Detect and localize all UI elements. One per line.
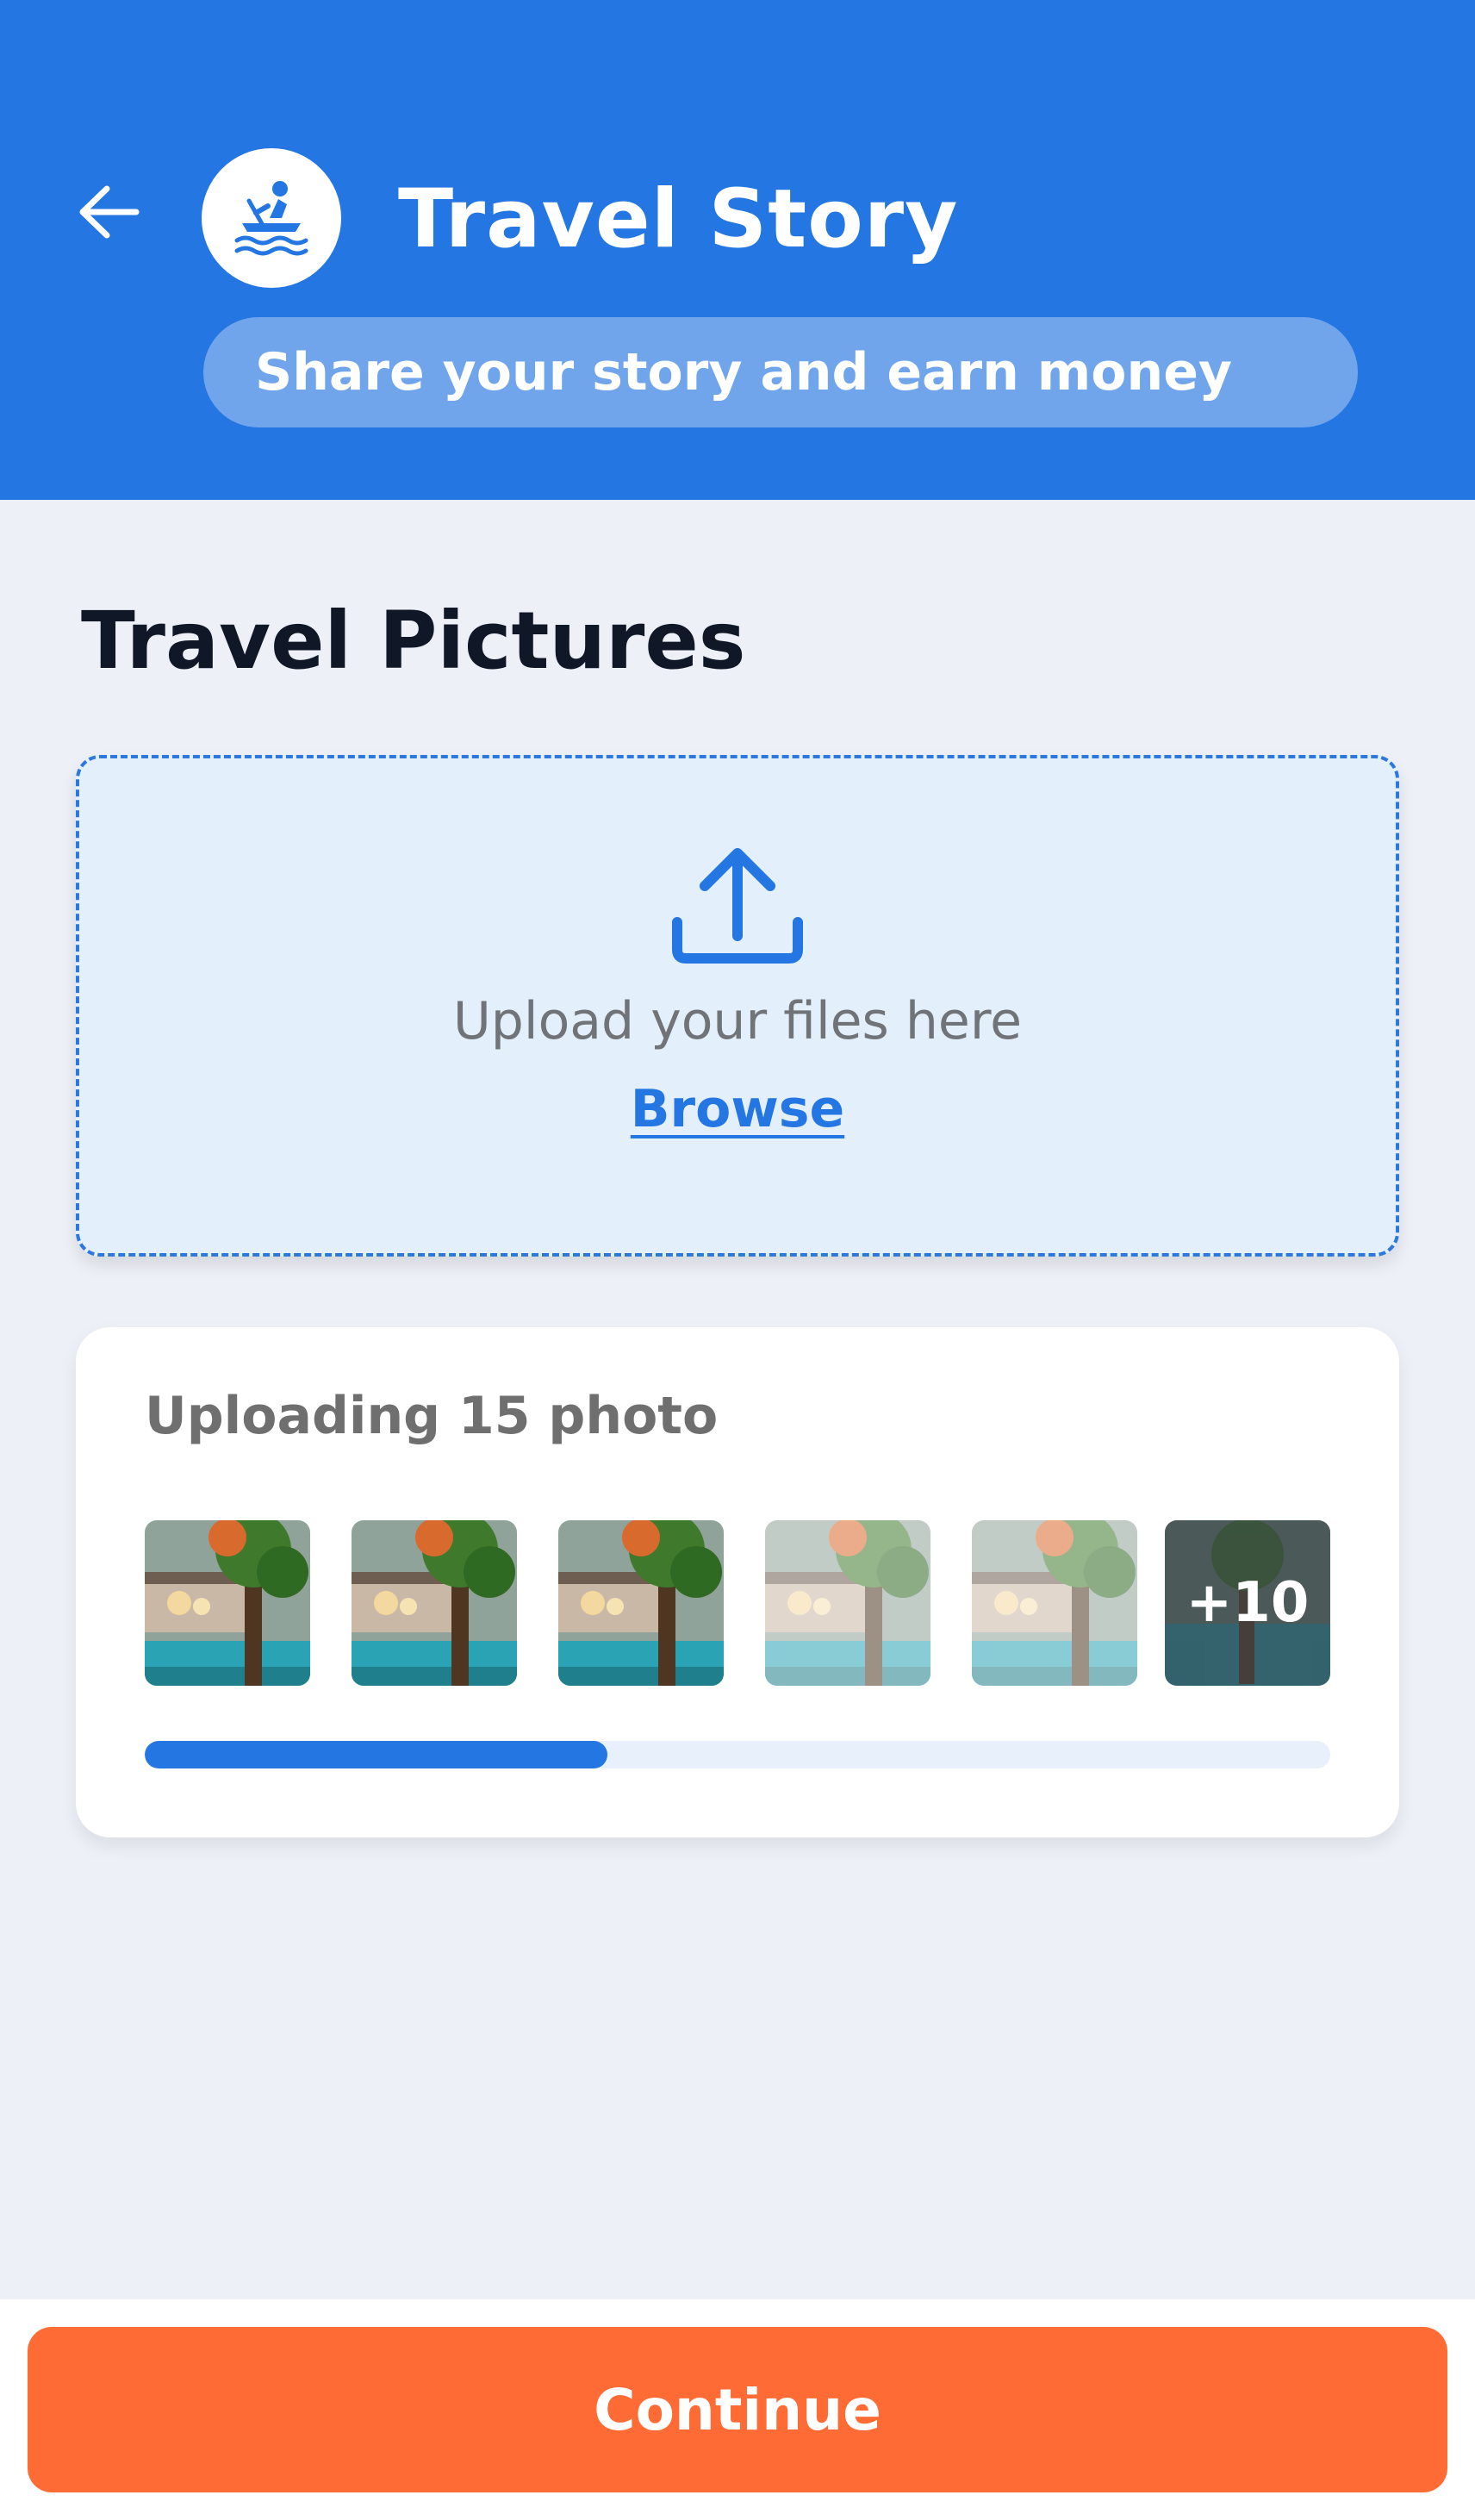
- photo-thumbnail-image: [765, 1520, 930, 1686]
- photo-thumbnail-image: [145, 1520, 310, 1686]
- upload-icon: [670, 843, 805, 967]
- browse-link[interactable]: Browse: [0, 1079, 1475, 1139]
- photo-thumbnail-image: [972, 1520, 1137, 1686]
- continue-button[interactable]: Continue: [28, 2327, 1447, 2492]
- rowing-boat-icon: [230, 175, 313, 261]
- page-title: Travel Story: [398, 172, 959, 266]
- subtitle-banner: Share your story and earn money: [203, 317, 1358, 427]
- travel-story-screen: Travel Story Share your story and earn m…: [0, 0, 1475, 2520]
- upload-status-title: Uploading 15 photo: [145, 1386, 719, 1446]
- photo-thumbnail[interactable]: [352, 1520, 517, 1686]
- app-header: Travel Story Share your story and earn m…: [0, 0, 1475, 500]
- subtitle-text: Share your story and earn money: [255, 342, 1232, 402]
- upload-progress-fill: [145, 1741, 607, 1768]
- more-photos-thumbnail[interactable]: +10: [1165, 1520, 1330, 1686]
- avatar: [202, 148, 341, 288]
- more-photos-count: +10: [1186, 1571, 1310, 1635]
- arrow-left-icon: [76, 182, 141, 246]
- upload-progress-bar: [145, 1741, 1330, 1768]
- photo-thumbnail[interactable]: [558, 1520, 724, 1686]
- photo-thumbnail-image: [352, 1520, 517, 1686]
- photo-thumbnail[interactable]: [145, 1520, 310, 1686]
- photo-thumbnail[interactable]: [765, 1520, 930, 1686]
- upload-instructions: Upload your files here: [452, 991, 1023, 1051]
- back-button[interactable]: [72, 178, 145, 250]
- photo-thumbnail-image: [558, 1520, 724, 1686]
- photo-thumbnail[interactable]: [972, 1520, 1137, 1686]
- section-title: Travel Pictures: [81, 595, 746, 687]
